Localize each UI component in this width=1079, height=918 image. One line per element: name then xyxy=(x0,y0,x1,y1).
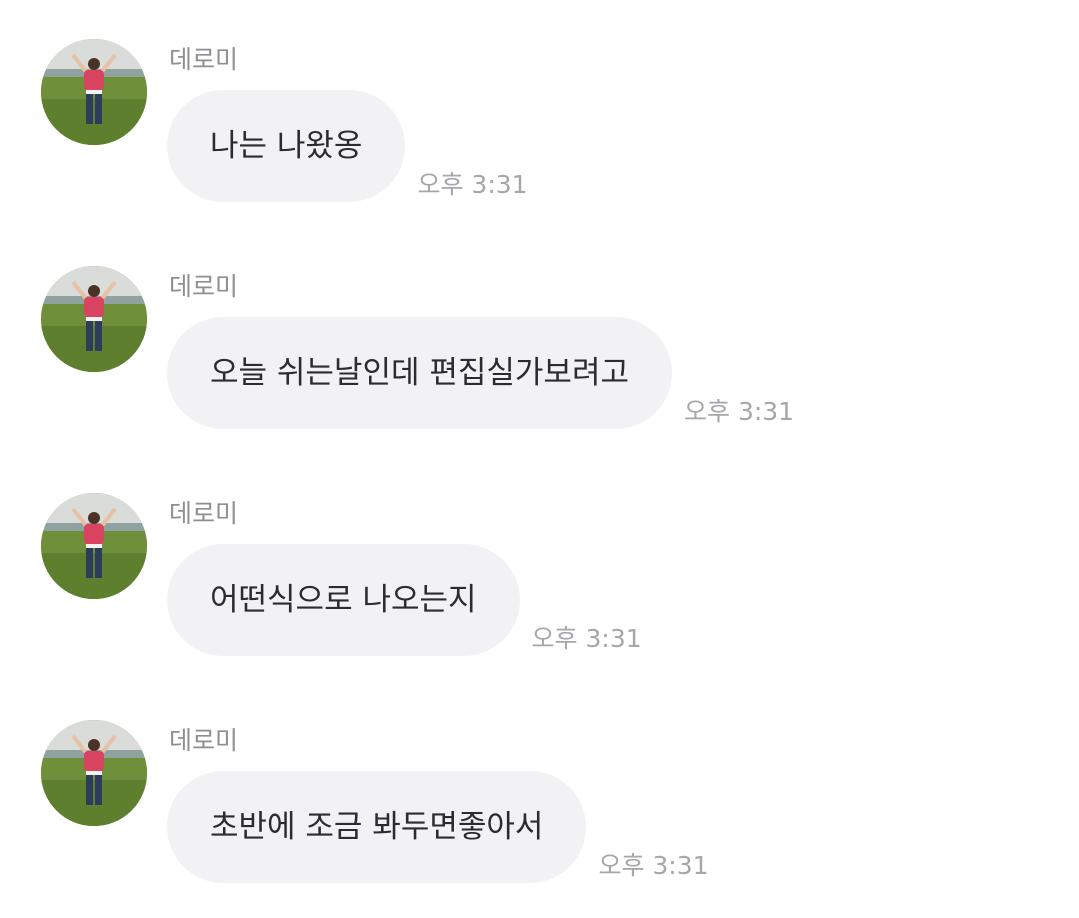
sender-name: 데로미 xyxy=(169,726,239,755)
message-row: 오늘 쉬는날인데 편집실가보려고 오후 3:31 xyxy=(167,317,794,429)
sender-avatar[interactable] xyxy=(41,39,147,145)
message-time: 오후 3:31 xyxy=(417,170,528,199)
sender-avatar[interactable] xyxy=(41,266,147,372)
message-item: 데로미 어떤식으로 나오는지 오후 3:31 xyxy=(0,454,1079,681)
message-bubble[interactable]: 초반에 조금 봐두면좋아서 xyxy=(167,771,587,883)
message-bubble[interactable]: 어떤식으로 나오는지 xyxy=(167,544,520,656)
avatar-photo-icon xyxy=(41,39,147,145)
sender-avatar[interactable] xyxy=(41,493,147,599)
avatar-photo-icon xyxy=(41,493,147,599)
sender-name: 데로미 xyxy=(169,499,239,528)
message-item: 데로미 나는 나왔옹 오후 3:31 xyxy=(0,0,1079,227)
message-item: 데로미 오늘 쉬는날인데 편집실가보려고 오후 3:31 xyxy=(0,227,1079,454)
sender-name: 데로미 xyxy=(169,272,239,301)
message-row: 초반에 조금 봐두면좋아서 오후 3:31 xyxy=(167,771,709,883)
message-time: 오후 3:31 xyxy=(684,397,795,426)
message-row: 어떤식으로 나오는지 오후 3:31 xyxy=(167,544,642,656)
message-time: 오후 3:31 xyxy=(598,851,709,880)
message-row: 나는 나왔옹 오후 3:31 xyxy=(167,90,528,202)
sender-name: 데로미 xyxy=(169,45,239,74)
message-item: 데로미 초반에 조금 봐두면좋아서 오후 3:31 xyxy=(0,681,1079,908)
message-bubble[interactable]: 나는 나왔옹 xyxy=(167,90,406,202)
avatar-photo-icon xyxy=(41,720,147,826)
sender-avatar[interactable] xyxy=(41,720,147,826)
message-time: 오후 3:31 xyxy=(531,624,642,653)
message-bubble[interactable]: 오늘 쉬는날인데 편집실가보려고 xyxy=(167,317,672,429)
avatar-photo-icon xyxy=(41,266,147,372)
